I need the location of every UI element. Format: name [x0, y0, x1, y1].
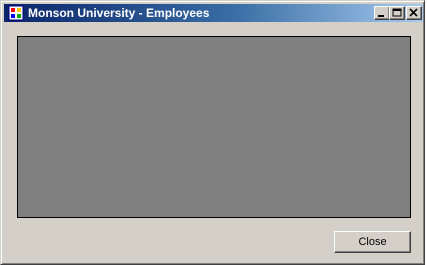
form-app-icon[interactable]	[8, 5, 24, 21]
title-close-button[interactable]	[406, 6, 422, 20]
close-icon	[409, 8, 418, 17]
maximize-button[interactable]	[389, 6, 405, 20]
employees-window: Monson University - Employees Close	[0, 0, 425, 265]
title-bar[interactable]: Monson University - Employees	[4, 4, 423, 22]
maximize-icon	[392, 8, 402, 17]
minimize-icon	[378, 15, 384, 17]
minimize-button[interactable]	[374, 6, 390, 20]
employees-grid[interactable]	[17, 36, 411, 218]
window-title: Monson University - Employees	[28, 6, 210, 20]
close-button[interactable]: Close	[334, 231, 411, 253]
